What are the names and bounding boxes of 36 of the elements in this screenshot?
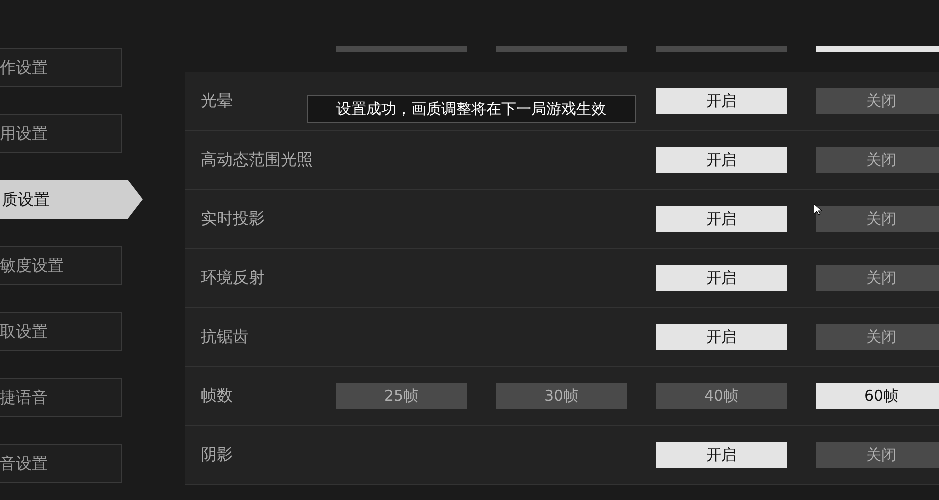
option-button[interactable]: 40帧 bbox=[656, 383, 787, 409]
sidebar-tab[interactable]: 作设置 bbox=[0, 48, 122, 87]
sidebar-tab[interactable]: 敏度设置 bbox=[0, 246, 122, 285]
option-button[interactable]: 关闭 bbox=[816, 147, 939, 173]
option-button[interactable]: 开启 bbox=[656, 147, 787, 173]
sidebar-tab[interactable]: 质设置 bbox=[0, 180, 143, 219]
setting-label: 光晕 bbox=[201, 90, 234, 112]
option-button[interactable]: 60帧 bbox=[816, 383, 939, 409]
sidebar-tab[interactable]: 用设置 bbox=[0, 114, 122, 153]
sidebar-tab[interactable]: 取设置 bbox=[0, 312, 122, 351]
option-button[interactable]: 25帧 bbox=[336, 383, 467, 409]
option-button[interactable] bbox=[496, 46, 627, 52]
option-button[interactable]: 关闭 bbox=[816, 265, 939, 291]
option-button[interactable]: 开启 bbox=[656, 206, 787, 232]
setting-label: 抗锯齿 bbox=[201, 326, 250, 348]
setting-label: 阴影 bbox=[201, 444, 234, 466]
option-button[interactable]: 关闭 bbox=[816, 324, 939, 350]
toast-message: 设置成功，画质调整将在下一局游戏生效 bbox=[307, 95, 636, 123]
setting-label: 高动态范围光照 bbox=[201, 149, 314, 171]
sidebar-tab[interactable]: 音设置 bbox=[0, 444, 122, 483]
option-button[interactable]: 关闭 bbox=[816, 442, 939, 468]
option-button[interactable]: 关闭 bbox=[816, 206, 939, 232]
mouse-cursor-icon bbox=[814, 204, 822, 216]
option-button[interactable]: 开启 bbox=[656, 88, 787, 114]
option-button[interactable]: 开启 bbox=[656, 324, 787, 350]
setting-label: 帧数 bbox=[201, 385, 234, 407]
setting-label: 实时投影 bbox=[201, 208, 266, 230]
option-button[interactable] bbox=[336, 46, 467, 52]
option-button[interactable]: 关闭 bbox=[816, 88, 939, 114]
setting-label: 环境反射 bbox=[201, 267, 266, 289]
option-button[interactable]: 30帧 bbox=[496, 383, 627, 409]
option-button[interactable]: 开启 bbox=[656, 442, 787, 468]
option-button[interactable]: 开启 bbox=[656, 265, 787, 291]
option-button[interactable] bbox=[656, 46, 787, 52]
sidebar-tab[interactable]: 捷语音 bbox=[0, 378, 122, 417]
option-button[interactable] bbox=[816, 46, 939, 52]
